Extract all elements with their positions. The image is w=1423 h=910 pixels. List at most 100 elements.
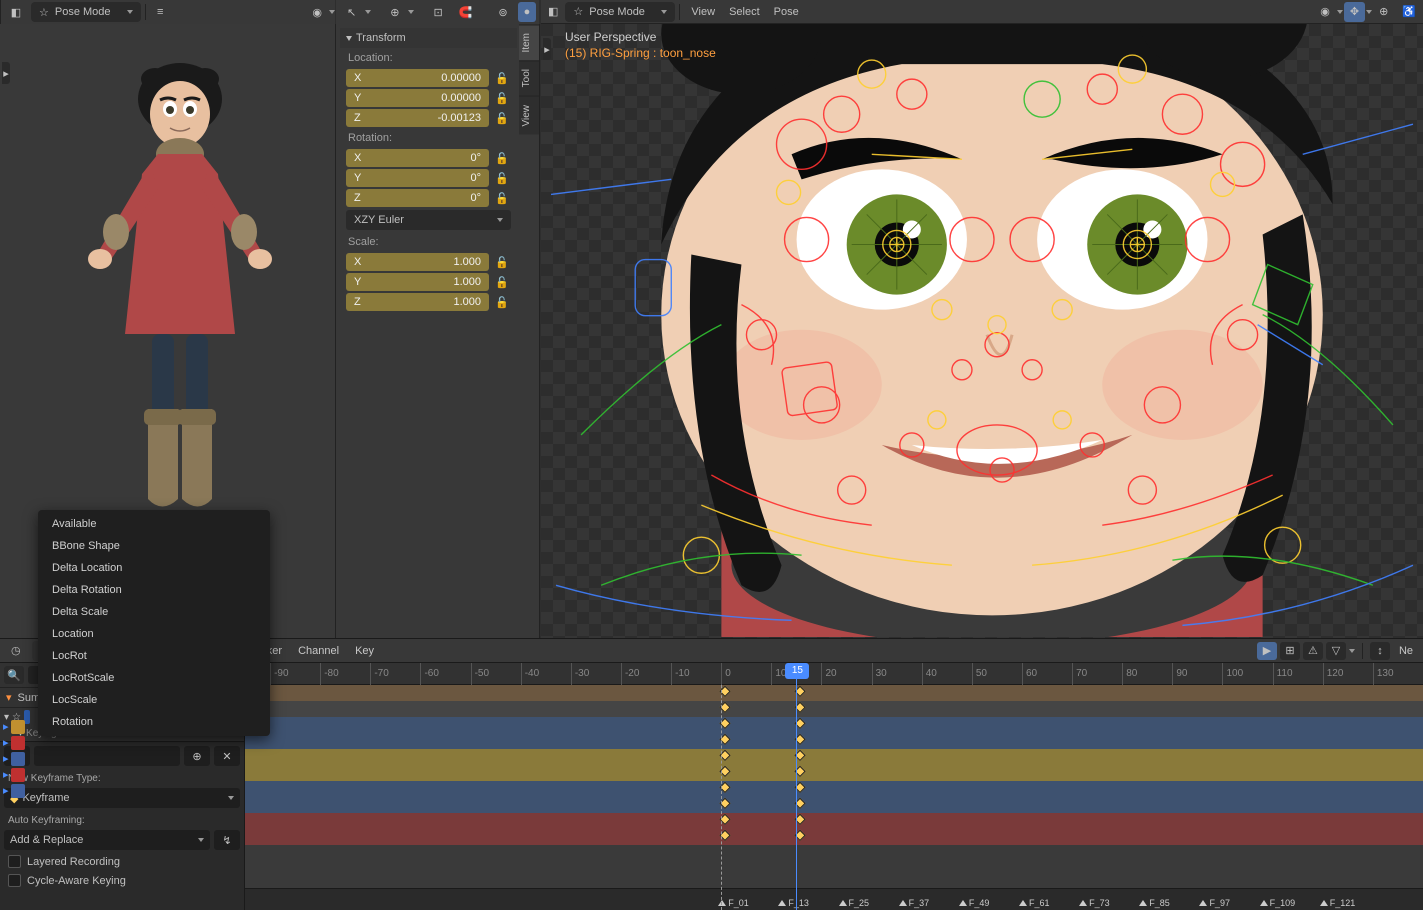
tab-view[interactable]: View [519, 96, 539, 135]
timeline-marker[interactable]: F_73 [1079, 898, 1110, 908]
timeline-marker[interactable]: F_97 [1199, 898, 1230, 908]
select-mode-icon[interactable]: ↖ [341, 2, 362, 22]
timeline-marker[interactable]: F_37 [899, 898, 930, 908]
track[interactable] [245, 781, 1423, 797]
location-z-field[interactable]: Z-0.00123 [346, 109, 489, 127]
chevron-down-icon [661, 10, 667, 14]
snap-icon[interactable]: 🧲 [453, 2, 479, 22]
keying-set-name-field[interactable] [34, 746, 180, 766]
timeline-marker[interactable]: F_61 [1019, 898, 1050, 908]
popup-item[interactable]: Available [38, 513, 270, 535]
menu-key[interactable]: Key [349, 645, 380, 657]
popup-item[interactable]: BBone Shape [38, 535, 270, 557]
location-x-field[interactable]: X0.00000 [346, 69, 489, 87]
shading-solid-icon[interactable]: ● [518, 2, 537, 22]
lock-icon[interactable]: 🔓 [493, 149, 511, 167]
auto-keyframe-mode-select[interactable]: Add & Replace [4, 830, 210, 850]
layered-recording-checkbox[interactable]: Layered Recording [4, 852, 240, 871]
editor-type-icon[interactable]: ◷ [5, 641, 27, 661]
search-icon[interactable]: 🔍 [4, 666, 24, 684]
track[interactable] [245, 749, 1423, 765]
timeline-marker[interactable]: F_85 [1139, 898, 1170, 908]
tab-item[interactable]: Item [519, 24, 539, 60]
track[interactable] [245, 701, 1423, 717]
tab-tool[interactable]: Tool [519, 60, 539, 95]
popup-item[interactable]: Delta Location [38, 557, 270, 579]
lock-icon[interactable]: 🔓 [493, 253, 511, 271]
track[interactable] [245, 765, 1423, 781]
playhead[interactable]: 15 [796, 663, 797, 910]
popup-item[interactable]: LocRotScale [38, 667, 270, 689]
xray-toggle[interactable]: ⊕ [1373, 2, 1394, 22]
pointer-icon[interactable]: ▶ [1257, 642, 1277, 660]
frame-ruler[interactable]: -90-80-70-60-50-40-30-20-100102030405060… [245, 663, 1423, 685]
track[interactable] [245, 813, 1423, 829]
menu-view[interactable]: View [685, 2, 721, 22]
transform-pivot-icon[interactable]: ⊡ [427, 2, 448, 22]
lock-icon[interactable]: 🔓 [493, 169, 511, 187]
editor-type-icon[interactable]: ◧ [2, 2, 30, 22]
cursor-icon[interactable]: ⊕ [384, 2, 405, 22]
lock-icon[interactable]: 🔓 [493, 273, 511, 291]
overlays-toggle[interactable]: ◉ [306, 2, 328, 22]
hamburger-icon[interactable]: ≡ [151, 2, 169, 22]
scale-x-field[interactable]: X1.000 [346, 253, 489, 271]
menu-channel[interactable]: Channel [292, 645, 345, 657]
cycle-aware-checkbox[interactable]: Cycle-Aware Keying [4, 871, 240, 890]
toolbar-expand-tab[interactable]: ▸ [543, 38, 551, 60]
track[interactable] [245, 797, 1423, 813]
editor-type-icon[interactable]: ◧ [542, 2, 564, 22]
popup-item[interactable]: Delta Scale [38, 601, 270, 623]
lock-icon[interactable]: 🔓 [493, 189, 511, 207]
popup-item[interactable]: LocScale [38, 689, 270, 711]
popup-item[interactable]: LocRot [38, 645, 270, 667]
track[interactable] [245, 733, 1423, 749]
keying-set-add-icon[interactable]: ⊕ [184, 746, 210, 766]
timeline-tracks[interactable]: -90-80-70-60-50-40-30-20-100102030405060… [245, 663, 1423, 910]
chevron-down-icon[interactable] [329, 10, 335, 14]
timeline-marker[interactable]: F_01 [718, 898, 749, 908]
popup-item[interactable]: Rotation [38, 711, 270, 733]
transform-panel-header[interactable]: Transform [340, 28, 517, 48]
keying-set-remove-icon[interactable]: ✕ [214, 746, 240, 766]
rotation-y-field[interactable]: Y0° [346, 169, 489, 187]
lock-icon[interactable]: 🔓 [493, 293, 511, 311]
normalize-icon[interactable]: ↕ [1370, 642, 1390, 660]
right-3d-viewport[interactable]: ◧ ☆ Pose Mode View Select Pose ◉ ✥ ⊕ ♿ ▸… [541, 0, 1423, 638]
popup-item[interactable]: Delta Rotation [38, 579, 270, 601]
shading-wireframe-icon[interactable]: ⊚ [492, 2, 513, 22]
rotation-x-field[interactable]: X0° [346, 149, 489, 167]
overlays-toggle[interactable]: ◉ [1314, 2, 1336, 22]
auto-keyframing-label: Auto Keyframing: [4, 810, 240, 828]
timeline-marker[interactable]: F_109 [1260, 898, 1296, 908]
accessibility-icon[interactable]: ♿ [1396, 2, 1422, 22]
selection-box-icon[interactable]: ⊞ [1280, 642, 1300, 660]
rotation-z-field[interactable]: Z0° [346, 189, 489, 207]
toolbar-expand-tab[interactable]: ▸ [2, 62, 10, 84]
timeline-marker[interactable]: F_13 [778, 898, 809, 908]
menu-select[interactable]: Select [723, 2, 766, 22]
warning-icon[interactable]: ⚠ [1303, 642, 1323, 660]
track[interactable] [245, 717, 1423, 733]
popup-item[interactable]: Location [38, 623, 270, 645]
auto-keyframe-options-icon[interactable]: ↯ [214, 830, 240, 850]
filter-icon[interactable]: ▽ [1326, 642, 1346, 660]
timeline-marker[interactable]: F_49 [959, 898, 990, 908]
chevron-down-icon [127, 10, 133, 14]
scale-z-field[interactable]: Z1.000 [346, 293, 489, 311]
keyframe-type-select[interactable]: ◆ Keyframe [4, 788, 240, 808]
lock-icon[interactable]: 🔓 [493, 89, 511, 107]
scale-y-field[interactable]: Y1.000 [346, 273, 489, 291]
lock-icon[interactable]: 🔓 [493, 69, 511, 87]
track[interactable] [245, 829, 1423, 845]
track-summary[interactable] [245, 685, 1423, 701]
gizmo-toggle[interactable]: ✥ [1344, 2, 1365, 22]
timeline-marker[interactable]: F_25 [839, 898, 870, 908]
mode-select-left[interactable]: ☆ Pose Mode [31, 2, 141, 22]
rotation-mode-select[interactable]: XZY Euler [346, 210, 511, 230]
lock-icon[interactable]: 🔓 [493, 109, 511, 127]
menu-pose[interactable]: Pose [768, 2, 805, 22]
mode-select-right[interactable]: ☆ Pose Mode [565, 2, 675, 22]
location-y-field[interactable]: Y0.00000 [346, 89, 489, 107]
timeline-marker[interactable]: F_121 [1320, 898, 1356, 908]
